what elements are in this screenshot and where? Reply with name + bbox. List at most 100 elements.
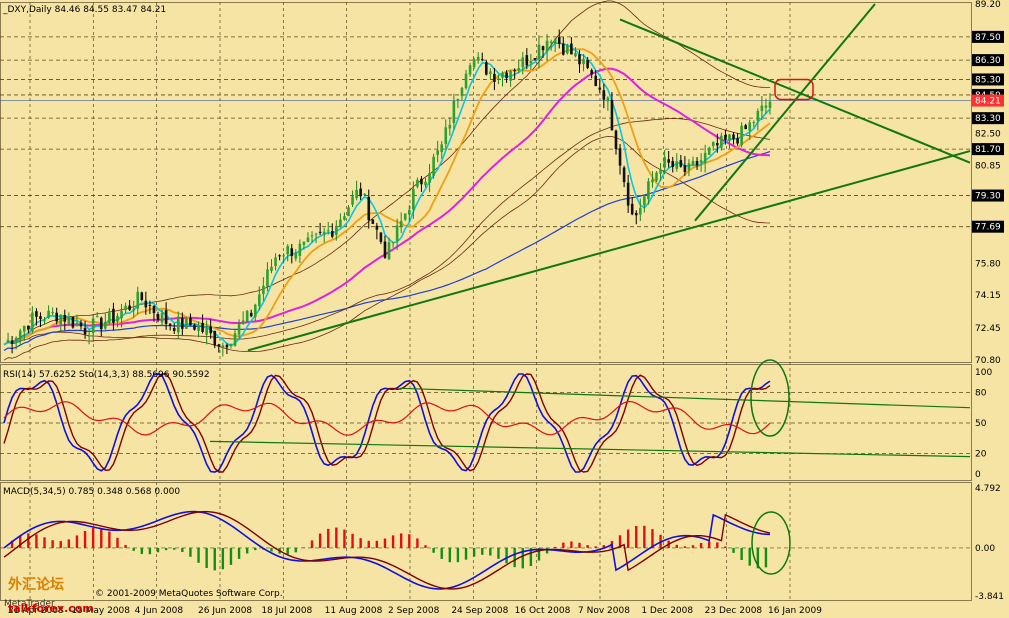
copyright-watermark: © 2001-2009 MetaQuotes Software Corp. <box>95 589 283 599</box>
macd-bar <box>691 545 695 548</box>
macd-signal <box>3 510 771 590</box>
price-tick-label: 82.50 <box>975 130 1001 140</box>
rsi-panel-header: RSI(14) 57.6252 Sto(14,3,3) 88.5696 90.5… <box>3 370 210 380</box>
candle-body <box>489 71 492 75</box>
candle-body <box>270 266 273 271</box>
candle-body <box>363 193 367 195</box>
candle-body <box>424 181 427 186</box>
candle-body <box>752 122 756 124</box>
macd-line <box>3 510 771 590</box>
macd-bar <box>481 547 484 555</box>
candle-body <box>391 242 395 244</box>
candle-body <box>249 312 253 317</box>
candle-body <box>217 344 221 347</box>
candle-body <box>748 122 752 131</box>
macd-bar <box>489 547 492 556</box>
trading-chart[interactable]: 89.2087.5086.3085.3084.5083.3082.5081.70… <box>0 0 1009 618</box>
candle-body <box>663 157 666 168</box>
candle-body <box>213 330 217 346</box>
candle-body <box>258 294 261 306</box>
date-tick-label: 2 Sep 2008 <box>388 606 440 616</box>
candle-body <box>460 87 464 97</box>
candle-body <box>557 37 561 44</box>
candle-body <box>407 210 411 215</box>
overlay-lines <box>3 0 771 361</box>
macd-bar <box>100 527 103 548</box>
macd-bar <box>497 547 500 559</box>
macd-bar <box>181 547 184 552</box>
macd-bar <box>27 533 30 548</box>
macd-bar <box>189 547 192 557</box>
candle-body <box>10 340 14 344</box>
candle-body <box>379 232 383 242</box>
candle-body <box>253 304 257 318</box>
price-tick-label: 74.15 <box>975 291 1001 301</box>
macd-bar <box>708 541 711 548</box>
candle-body <box>768 101 772 109</box>
macd-bar <box>59 541 62 548</box>
candle-body <box>614 130 618 150</box>
candle-body <box>428 172 431 183</box>
macd-bar <box>408 534 411 548</box>
macd-bar <box>343 529 346 548</box>
macd-bar <box>562 542 565 548</box>
price-tick-label: 77.69 <box>975 223 1001 233</box>
candle-body <box>683 165 687 172</box>
macd-bar <box>221 547 225 570</box>
candle-body <box>278 255 281 257</box>
candle-body <box>306 237 310 243</box>
candle-body <box>294 253 298 259</box>
candle-body <box>687 163 691 171</box>
price-tick-label: 87.50 <box>975 33 1001 43</box>
candle-body <box>99 317 103 330</box>
candle-body <box>168 323 172 326</box>
candle-body <box>95 316 99 318</box>
candle-body <box>286 245 290 255</box>
date-tick-label: 4 Jun 2008 <box>135 606 184 616</box>
candle-body <box>756 110 760 121</box>
macd-panel-header: MACD(5,34,5) 0.785 0.348 0.568 0.000 <box>3 487 180 497</box>
macd-circle <box>751 511 791 575</box>
candle-body <box>517 68 521 71</box>
macd-bar <box>716 542 719 548</box>
candle-body <box>201 322 204 332</box>
candle-body <box>18 330 22 340</box>
macd-bar <box>651 529 654 548</box>
macd-bar <box>116 537 119 548</box>
candle-body <box>626 182 630 206</box>
candle-body <box>667 159 670 163</box>
macd-bar <box>472 547 476 557</box>
candle-body <box>172 327 176 331</box>
macd-bar <box>286 547 289 555</box>
candle-body <box>83 327 87 335</box>
candle-body <box>671 160 675 167</box>
macd-bar <box>156 547 160 553</box>
candle-body <box>322 231 326 234</box>
candle-body <box>590 70 593 75</box>
candle-body <box>185 317 188 329</box>
date-tick-label: 18 Jul 2008 <box>261 606 312 616</box>
candle-body <box>160 312 164 323</box>
candle-body <box>448 124 452 129</box>
macd-bar <box>424 545 427 548</box>
macd-bar <box>432 547 435 553</box>
macd-bar <box>416 538 419 548</box>
candle-body <box>136 291 140 309</box>
candle-body <box>310 235 314 237</box>
macd-tick-label: 4.792 <box>975 484 1001 494</box>
candle-body <box>314 233 318 235</box>
macd-bar <box>327 528 330 548</box>
candle-body <box>290 248 294 257</box>
candle-body <box>403 213 407 220</box>
candle-body <box>197 325 200 331</box>
candle-body <box>245 310 249 322</box>
macd-bar <box>586 545 589 548</box>
candle-body <box>144 300 148 308</box>
candle-body <box>148 304 152 306</box>
candle-body <box>436 150 439 155</box>
macd-bar <box>229 547 233 565</box>
candle-body <box>521 57 525 68</box>
candle-body <box>760 105 764 112</box>
macd-bar <box>578 542 581 548</box>
candle-body <box>659 169 662 174</box>
